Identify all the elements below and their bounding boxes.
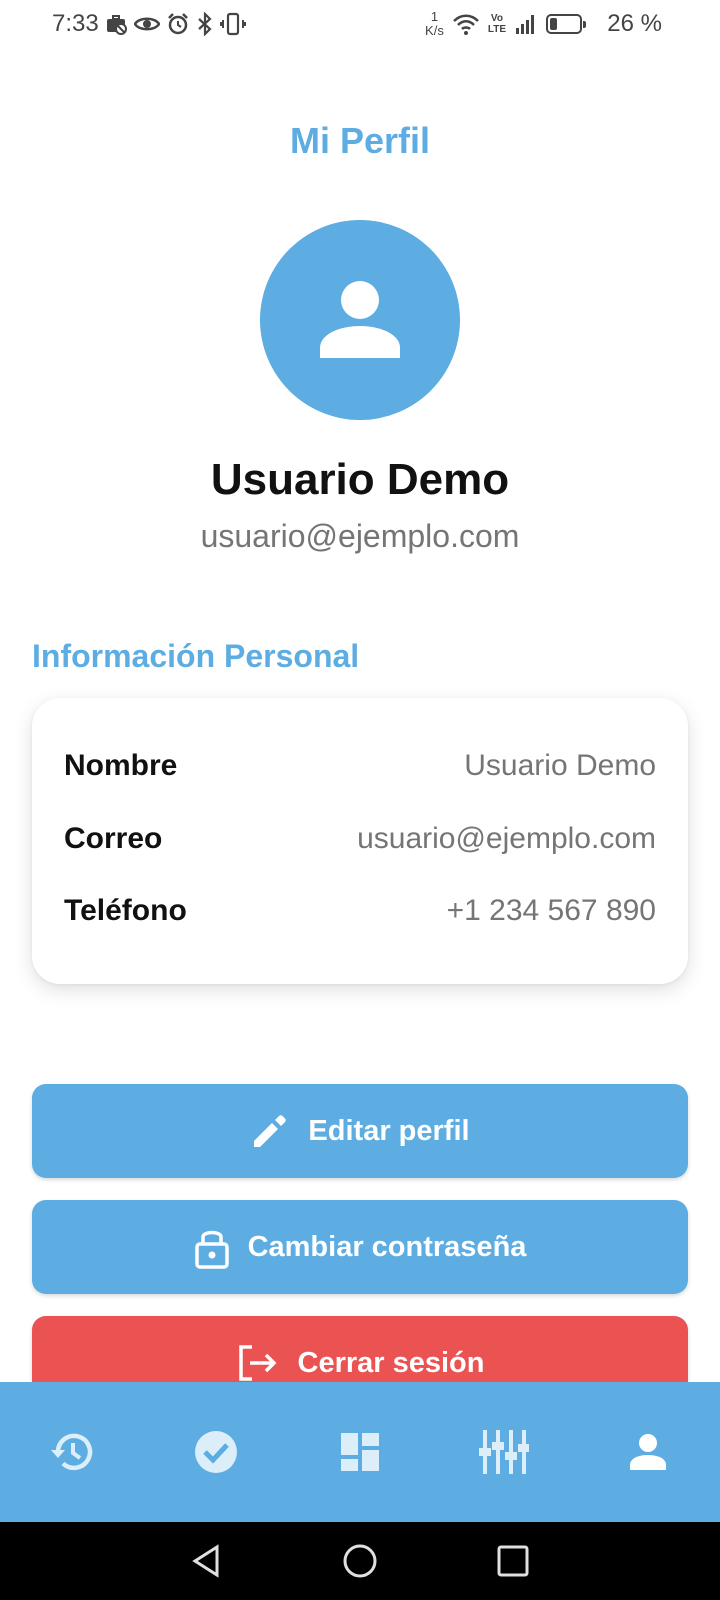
change-password-label: Cambiar contraseña xyxy=(247,1230,527,1263)
page-title: Mi Perfil xyxy=(289,120,431,161)
person-icon xyxy=(630,1434,666,1470)
nav-history[interactable] xyxy=(32,1412,112,1492)
personal-info-card: Nombre Usuario Demo Correo usuario@ejemp… xyxy=(32,698,688,984)
equalizer-icon xyxy=(479,1430,529,1474)
alarm-icon xyxy=(168,13,188,35)
info-label: Correo xyxy=(64,822,163,855)
network-speed: 1 K/s xyxy=(425,10,444,38)
system-navigation-bar xyxy=(0,1522,720,1600)
info-value: +1 234 567 890 xyxy=(446,894,656,927)
info-value: usuario@ejemplo.com xyxy=(357,822,656,855)
change-password-button[interactable]: Cambiar contraseña xyxy=(32,1200,688,1294)
briefcase-off-icon xyxy=(107,15,127,35)
nav-profile[interactable] xyxy=(608,1412,688,1492)
history-icon xyxy=(51,1433,93,1471)
nav-tasks[interactable] xyxy=(176,1412,256,1492)
network-speed-unit: K/s xyxy=(425,23,444,38)
info-value: Usuario Demo xyxy=(464,749,656,782)
logout-label: Cerrar sesión xyxy=(297,1346,485,1379)
volte-bottom: LTE xyxy=(487,24,506,35)
bluetooth-icon xyxy=(198,12,212,36)
recents-icon[interactable] xyxy=(493,1541,533,1581)
back-icon[interactable] xyxy=(187,1541,227,1581)
signal-icon xyxy=(516,15,534,34)
info-label: Teléfono xyxy=(64,894,187,927)
battery-percent: 26 % xyxy=(607,10,662,37)
status-bar: 7:33 1 K/s Vo LTE 26 % xyxy=(0,0,720,48)
wifi-icon xyxy=(452,14,479,35)
info-row-email: Correo usuario@ejemplo.com xyxy=(64,817,656,861)
status-left-icons xyxy=(104,10,246,38)
nav-equalizer[interactable] xyxy=(464,1412,544,1492)
battery-icon xyxy=(546,14,586,34)
network-speed-value: 1 xyxy=(430,9,439,24)
home-icon[interactable] xyxy=(340,1541,380,1581)
bottom-navigation xyxy=(0,1382,720,1522)
person-icon xyxy=(320,281,400,358)
vibrate-icon xyxy=(220,12,246,36)
section-title-personal-info: Información Personal xyxy=(32,638,360,674)
edit-profile-label: Editar perfil xyxy=(308,1114,470,1147)
info-row-phone: Teléfono +1 234 567 890 xyxy=(64,889,656,933)
volte-indicator: Vo LTE xyxy=(488,13,506,35)
volte-top: Vo xyxy=(490,13,503,24)
user-email: usuario@ejemplo.com xyxy=(200,518,520,554)
eye-icon xyxy=(134,17,160,31)
avatar xyxy=(260,220,460,420)
battery-fill xyxy=(550,18,557,30)
edit-profile-button[interactable]: Editar perfil xyxy=(32,1084,688,1178)
info-label: Nombre xyxy=(64,749,178,782)
dashboard-icon xyxy=(341,1433,379,1471)
check-circle-icon xyxy=(195,1431,237,1473)
user-name: Usuario Demo xyxy=(210,455,510,504)
status-time: 7:33 xyxy=(52,10,99,37)
pencil-icon xyxy=(254,1115,287,1147)
info-row-name: Nombre Usuario Demo xyxy=(64,744,656,788)
profile-screen: 7:33 1 K/s Vo LTE 26 % Mi Perfil Usuario… xyxy=(0,0,720,1600)
logout-icon xyxy=(238,1345,276,1381)
nav-dashboard[interactable] xyxy=(320,1412,400,1492)
lock-icon xyxy=(194,1230,229,1269)
